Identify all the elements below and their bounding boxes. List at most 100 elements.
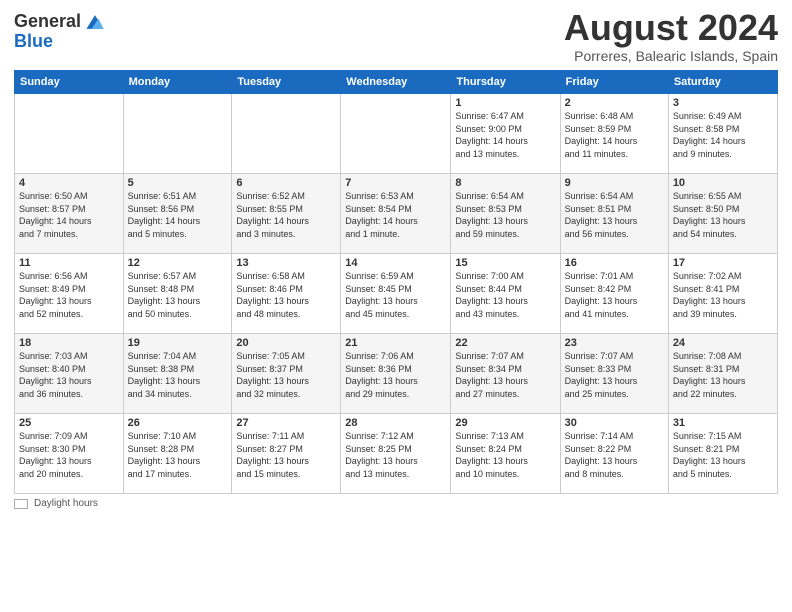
table-row: 5Sunrise: 6:51 AM Sunset: 8:56 PM Daylig… bbox=[123, 174, 232, 254]
logo: General Blue bbox=[14, 10, 107, 52]
day-info: Sunrise: 7:02 AM Sunset: 8:41 PM Dayligh… bbox=[673, 270, 773, 320]
table-row: 22Sunrise: 7:07 AM Sunset: 8:34 PM Dayli… bbox=[451, 334, 560, 414]
header-monday: Monday bbox=[123, 71, 232, 94]
day-info: Sunrise: 7:10 AM Sunset: 8:28 PM Dayligh… bbox=[128, 430, 228, 480]
day-number: 5 bbox=[128, 177, 228, 189]
footer-box bbox=[14, 499, 28, 509]
table-row bbox=[341, 94, 451, 174]
day-info: Sunrise: 6:47 AM Sunset: 9:00 PM Dayligh… bbox=[455, 110, 555, 160]
day-number: 11 bbox=[19, 257, 119, 269]
table-row: 28Sunrise: 7:12 AM Sunset: 8:25 PM Dayli… bbox=[341, 414, 451, 494]
day-info: Sunrise: 7:01 AM Sunset: 8:42 PM Dayligh… bbox=[565, 270, 664, 320]
header-wednesday: Wednesday bbox=[341, 71, 451, 94]
day-number: 6 bbox=[236, 177, 336, 189]
day-number: 13 bbox=[236, 257, 336, 269]
day-info: Sunrise: 7:04 AM Sunset: 8:38 PM Dayligh… bbox=[128, 350, 228, 400]
day-number: 4 bbox=[19, 177, 119, 189]
day-number: 15 bbox=[455, 257, 555, 269]
calendar-week-5: 25Sunrise: 7:09 AM Sunset: 8:30 PM Dayli… bbox=[15, 414, 778, 494]
day-info: Sunrise: 6:54 AM Sunset: 8:51 PM Dayligh… bbox=[565, 190, 664, 240]
day-info: Sunrise: 7:07 AM Sunset: 8:34 PM Dayligh… bbox=[455, 350, 555, 400]
page: General Blue August 2024 Porreres, Balea… bbox=[0, 0, 792, 612]
day-info: Sunrise: 6:50 AM Sunset: 8:57 PM Dayligh… bbox=[19, 190, 119, 240]
day-number: 29 bbox=[455, 417, 555, 429]
day-info: Sunrise: 7:00 AM Sunset: 8:44 PM Dayligh… bbox=[455, 270, 555, 320]
day-info: Sunrise: 6:59 AM Sunset: 8:45 PM Dayligh… bbox=[345, 270, 446, 320]
table-row: 16Sunrise: 7:01 AM Sunset: 8:42 PM Dayli… bbox=[560, 254, 668, 334]
day-number: 28 bbox=[345, 417, 446, 429]
day-info: Sunrise: 6:49 AM Sunset: 8:58 PM Dayligh… bbox=[673, 110, 773, 160]
day-info: Sunrise: 7:06 AM Sunset: 8:36 PM Dayligh… bbox=[345, 350, 446, 400]
day-number: 14 bbox=[345, 257, 446, 269]
calendar-table: Sunday Monday Tuesday Wednesday Thursday… bbox=[14, 70, 778, 494]
table-row: 14Sunrise: 6:59 AM Sunset: 8:45 PM Dayli… bbox=[341, 254, 451, 334]
table-row: 13Sunrise: 6:58 AM Sunset: 8:46 PM Dayli… bbox=[232, 254, 341, 334]
table-row: 29Sunrise: 7:13 AM Sunset: 8:24 PM Dayli… bbox=[451, 414, 560, 494]
day-number: 30 bbox=[565, 417, 664, 429]
day-info: Sunrise: 7:05 AM Sunset: 8:37 PM Dayligh… bbox=[236, 350, 336, 400]
day-number: 23 bbox=[565, 337, 664, 349]
day-info: Sunrise: 7:15 AM Sunset: 8:21 PM Dayligh… bbox=[673, 430, 773, 480]
table-row: 8Sunrise: 6:54 AM Sunset: 8:53 PM Daylig… bbox=[451, 174, 560, 254]
table-row: 24Sunrise: 7:08 AM Sunset: 8:31 PM Dayli… bbox=[668, 334, 777, 414]
day-number: 25 bbox=[19, 417, 119, 429]
table-row: 31Sunrise: 7:15 AM Sunset: 8:21 PM Dayli… bbox=[668, 414, 777, 494]
day-number: 31 bbox=[673, 417, 773, 429]
day-number: 9 bbox=[565, 177, 664, 189]
logo-icon bbox=[83, 10, 107, 34]
day-number: 21 bbox=[345, 337, 446, 349]
day-number: 12 bbox=[128, 257, 228, 269]
day-info: Sunrise: 7:13 AM Sunset: 8:24 PM Dayligh… bbox=[455, 430, 555, 480]
day-number: 7 bbox=[345, 177, 446, 189]
logo-blue: Blue bbox=[14, 31, 53, 51]
header-sunday: Sunday bbox=[15, 71, 124, 94]
table-row: 3Sunrise: 6:49 AM Sunset: 8:58 PM Daylig… bbox=[668, 94, 777, 174]
day-info: Sunrise: 6:51 AM Sunset: 8:56 PM Dayligh… bbox=[128, 190, 228, 240]
table-row: 4Sunrise: 6:50 AM Sunset: 8:57 PM Daylig… bbox=[15, 174, 124, 254]
calendar-week-2: 4Sunrise: 6:50 AM Sunset: 8:57 PM Daylig… bbox=[15, 174, 778, 254]
calendar-week-3: 11Sunrise: 6:56 AM Sunset: 8:49 PM Dayli… bbox=[15, 254, 778, 334]
day-number: 26 bbox=[128, 417, 228, 429]
footer-label: Daylight hours bbox=[34, 498, 98, 509]
table-row bbox=[123, 94, 232, 174]
table-row: 1Sunrise: 6:47 AM Sunset: 9:00 PM Daylig… bbox=[451, 94, 560, 174]
day-info: Sunrise: 6:53 AM Sunset: 8:54 PM Dayligh… bbox=[345, 190, 446, 240]
day-number: 16 bbox=[565, 257, 664, 269]
calendar-week-4: 18Sunrise: 7:03 AM Sunset: 8:40 PM Dayli… bbox=[15, 334, 778, 414]
table-row: 21Sunrise: 7:06 AM Sunset: 8:36 PM Dayli… bbox=[341, 334, 451, 414]
day-number: 27 bbox=[236, 417, 336, 429]
day-number: 17 bbox=[673, 257, 773, 269]
table-row bbox=[232, 94, 341, 174]
logo-general: General bbox=[14, 12, 81, 32]
day-info: Sunrise: 6:56 AM Sunset: 8:49 PM Dayligh… bbox=[19, 270, 119, 320]
day-number: 2 bbox=[565, 97, 664, 109]
day-number: 19 bbox=[128, 337, 228, 349]
month-title: August 2024 bbox=[564, 10, 778, 46]
day-number: 1 bbox=[455, 97, 555, 109]
day-number: 22 bbox=[455, 337, 555, 349]
day-info: Sunrise: 7:07 AM Sunset: 8:33 PM Dayligh… bbox=[565, 350, 664, 400]
header-saturday: Saturday bbox=[668, 71, 777, 94]
footer: Daylight hours bbox=[14, 498, 778, 509]
table-row: 18Sunrise: 7:03 AM Sunset: 8:40 PM Dayli… bbox=[15, 334, 124, 414]
location: Porreres, Balearic Islands, Spain bbox=[564, 48, 778, 64]
table-row: 15Sunrise: 7:00 AM Sunset: 8:44 PM Dayli… bbox=[451, 254, 560, 334]
table-row: 30Sunrise: 7:14 AM Sunset: 8:22 PM Dayli… bbox=[560, 414, 668, 494]
day-number: 24 bbox=[673, 337, 773, 349]
table-row: 23Sunrise: 7:07 AM Sunset: 8:33 PM Dayli… bbox=[560, 334, 668, 414]
day-info: Sunrise: 7:11 AM Sunset: 8:27 PM Dayligh… bbox=[236, 430, 336, 480]
table-row: 20Sunrise: 7:05 AM Sunset: 8:37 PM Dayli… bbox=[232, 334, 341, 414]
day-info: Sunrise: 7:14 AM Sunset: 8:22 PM Dayligh… bbox=[565, 430, 664, 480]
table-row: 17Sunrise: 7:02 AM Sunset: 8:41 PM Dayli… bbox=[668, 254, 777, 334]
title-area: August 2024 Porreres, Balearic Islands, … bbox=[564, 10, 778, 64]
calendar-week-1: 1Sunrise: 6:47 AM Sunset: 9:00 PM Daylig… bbox=[15, 94, 778, 174]
day-number: 10 bbox=[673, 177, 773, 189]
day-info: Sunrise: 6:57 AM Sunset: 8:48 PM Dayligh… bbox=[128, 270, 228, 320]
day-info: Sunrise: 7:09 AM Sunset: 8:30 PM Dayligh… bbox=[19, 430, 119, 480]
table-row: 27Sunrise: 7:11 AM Sunset: 8:27 PM Dayli… bbox=[232, 414, 341, 494]
table-row: 25Sunrise: 7:09 AM Sunset: 8:30 PM Dayli… bbox=[15, 414, 124, 494]
table-row: 6Sunrise: 6:52 AM Sunset: 8:55 PM Daylig… bbox=[232, 174, 341, 254]
header-friday: Friday bbox=[560, 71, 668, 94]
header-tuesday: Tuesday bbox=[232, 71, 341, 94]
day-info: Sunrise: 7:12 AM Sunset: 8:25 PM Dayligh… bbox=[345, 430, 446, 480]
